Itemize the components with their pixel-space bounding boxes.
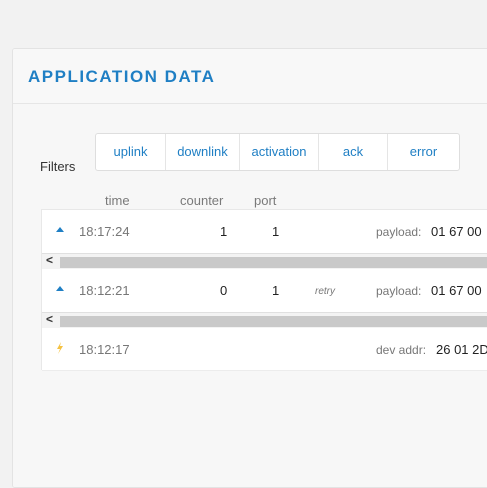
filter-button-group: uplink downlink activation ack error (95, 133, 460, 171)
row-counter: 1 (220, 224, 228, 239)
list-bottom-divider (42, 370, 487, 371)
filter-error-button[interactable]: error (388, 134, 459, 170)
row-port: 1 (272, 283, 280, 298)
filter-downlink-button[interactable]: downlink (166, 134, 240, 170)
panel-header: APPLICATION DATA (13, 49, 487, 104)
filters-label: Filters (40, 159, 76, 174)
row-time: 18:17:24 (79, 224, 130, 239)
row-counter: 0 (220, 283, 228, 298)
row-payload-label: payload: (376, 225, 422, 239)
row-retry-badge: retry (315, 286, 335, 297)
uplink-arrow-icon (55, 282, 65, 299)
row-time: 18:12:21 (79, 283, 130, 298)
horizontal-scrollbar[interactable]: < (42, 253, 487, 269)
scroll-left-icon[interactable]: < (46, 312, 53, 326)
data-list: 18:17:24 1 1 payload: 01 67 00 < 18:12:2… (41, 209, 487, 372)
list-item[interactable]: 18:12:21 0 1 retry payload: 01 67 00 (42, 269, 487, 313)
scroll-left-icon[interactable]: < (46, 253, 53, 267)
row-payload-value: 01 67 00 (431, 283, 482, 298)
list-item[interactable]: 18:12:17 dev addr: 26 01 2D (42, 328, 487, 372)
list-item[interactable]: 18:17:24 1 1 payload: 01 67 00 (42, 210, 487, 254)
row-devaddr-value: 26 01 2D (436, 342, 487, 357)
column-header-counter: counter (180, 193, 224, 208)
row-time: 18:12:17 (79, 342, 130, 357)
filter-uplink-button[interactable]: uplink (96, 134, 166, 170)
activation-bolt-icon (55, 341, 65, 358)
filter-ack-button[interactable]: ack (319, 134, 388, 170)
row-devaddr-label: dev addr: (376, 343, 427, 357)
application-data-panel: APPLICATION DATA Filters uplink downlink… (12, 48, 487, 488)
horizontal-scrollbar[interactable]: < (42, 312, 487, 328)
row-payload-label: payload: (376, 284, 422, 298)
row-payload-value: 01 67 00 (431, 224, 482, 239)
row-port: 1 (272, 224, 280, 239)
column-header-port: port (254, 193, 277, 208)
uplink-arrow-icon (55, 223, 65, 240)
scrollbar-thumb[interactable] (60, 257, 487, 268)
column-header-time: time (105, 193, 130, 208)
scrollbar-thumb[interactable] (60, 316, 487, 327)
filter-activation-button[interactable]: activation (240, 134, 319, 170)
page-title: APPLICATION DATA (28, 67, 216, 86)
panel-body: Filters uplink downlink activation ack e… (13, 104, 487, 487)
